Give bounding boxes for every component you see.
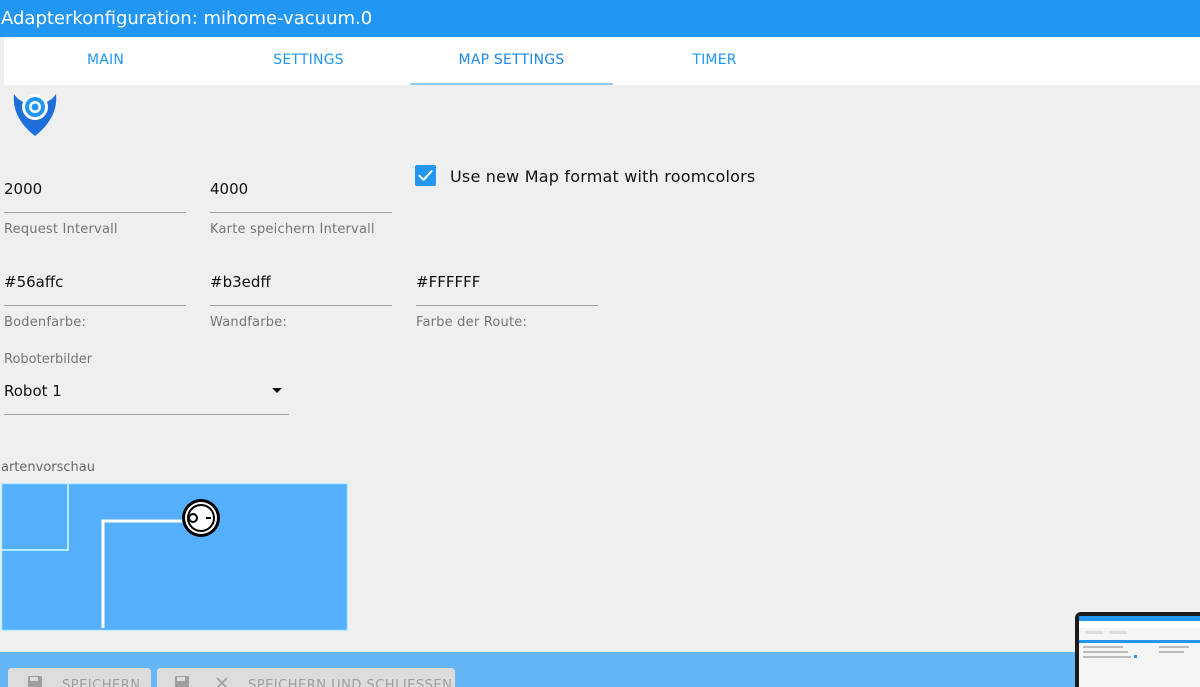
select-underline bbox=[4, 414, 289, 415]
floor-color-input[interactable]: #56affc bbox=[4, 273, 63, 291]
thumbnail-screen bbox=[1079, 616, 1200, 687]
wall-color-label: Wandfarbe: bbox=[210, 315, 287, 330]
wall-color-input[interactable]: #b3edff bbox=[210, 273, 271, 291]
robot-image-value: Robot 1 bbox=[4, 382, 62, 400]
floppy-disk-icon bbox=[28, 676, 42, 687]
input-underline bbox=[4, 212, 186, 213]
screenshot-thumbnail[interactable] bbox=[1075, 612, 1200, 687]
tab-bar: MAIN SETTINGS MAP SETTINGS TIMER bbox=[4, 37, 1200, 85]
map-floor bbox=[1, 483, 348, 631]
input-underline bbox=[4, 305, 186, 306]
save-and-close-button[interactable]: SPEICHERN UND SCHLIESSEN bbox=[157, 668, 455, 687]
input-underline bbox=[210, 305, 392, 306]
route-color-input[interactable]: #FFFFFF bbox=[416, 273, 480, 291]
input-underline bbox=[416, 305, 598, 306]
save-button-label: SPEICHERN bbox=[62, 678, 141, 687]
tab-map-settings[interactable]: MAP SETTINGS bbox=[410, 37, 613, 85]
map-save-interval-label: Karte speichern Intervall bbox=[210, 222, 375, 237]
save-button[interactable]: SPEICHERN bbox=[8, 668, 151, 687]
request-interval-label: Request Intervall bbox=[4, 222, 118, 237]
save-and-close-button-label: SPEICHERN UND SCHLIESSEN bbox=[248, 678, 453, 687]
roomcolors-checkbox-label: Use new Map format with roomcolors bbox=[450, 167, 756, 186]
map-preview-label: artenvorschau bbox=[1, 460, 96, 475]
request-interval-input[interactable]: 2000 bbox=[4, 180, 42, 198]
tab-settings[interactable]: SETTINGS bbox=[207, 37, 410, 85]
map-save-interval-input[interactable]: 4000 bbox=[210, 180, 248, 198]
floppy-disk-icon bbox=[175, 676, 189, 687]
floor-color-label: Bodenfarbe: bbox=[4, 315, 87, 330]
thumbnail-content bbox=[1079, 616, 1200, 658]
arrow-drop-down-icon bbox=[272, 388, 282, 393]
route-color-label: Farbe der Route: bbox=[416, 315, 528, 330]
close-icon bbox=[216, 677, 228, 687]
check-icon bbox=[418, 170, 433, 181]
input-underline bbox=[210, 212, 392, 213]
map-preview bbox=[1, 483, 348, 631]
robot-image-select[interactable]: Robot 1 bbox=[4, 378, 289, 416]
window-title: Adapterkonfiguration: mihome-vacuum.0 bbox=[0, 0, 1200, 37]
mihome-vacuum-logo-icon bbox=[13, 94, 57, 136]
tab-timer[interactable]: TIMER bbox=[613, 37, 816, 85]
tab-main[interactable]: MAIN bbox=[4, 37, 207, 85]
roomcolors-checkbox[interactable] bbox=[415, 165, 436, 186]
robot-image-label: Roboterbilder bbox=[4, 352, 93, 367]
robot-vacuum-icon bbox=[182, 499, 220, 537]
bottom-toolbar: SPEICHERN SPEICHERN UND SCHLIESSEN bbox=[0, 652, 1200, 687]
